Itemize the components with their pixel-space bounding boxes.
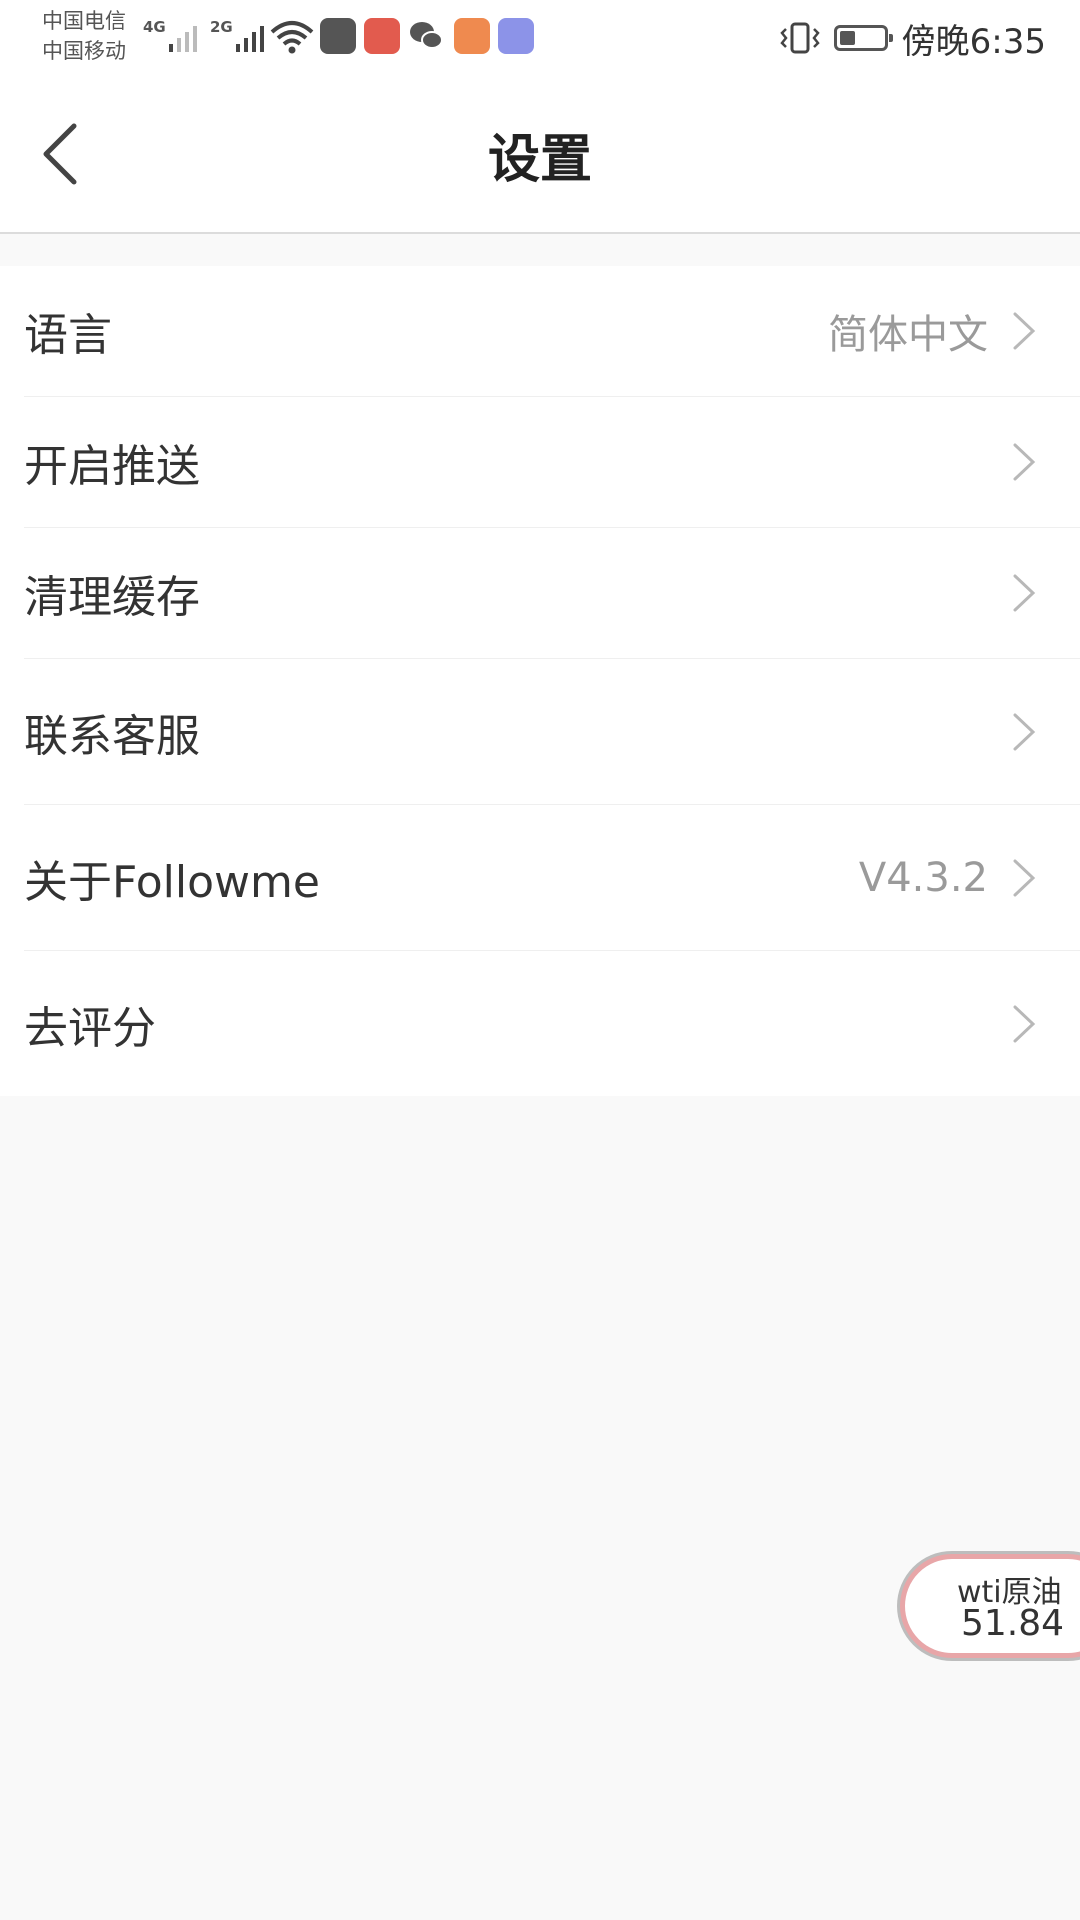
carrier-names: 中国电信 中国移动 xyxy=(42,6,126,66)
clock: 傍晚6:35 xyxy=(901,21,1046,62)
settings-row-rate[interactable]: 去评分 xyxy=(24,951,1080,1096)
vibrate-icon xyxy=(779,22,820,54)
signal-bars-icon xyxy=(236,24,264,52)
settings-list: 语言 简体中文 开启推送 清理缓存 联系客服 关于Followme V4.3.2… xyxy=(0,266,1080,1096)
signal-2: 2G xyxy=(210,18,270,54)
signal-2-tag: 2G xyxy=(210,18,233,36)
settings-row-contact-support[interactable]: 联系客服 xyxy=(24,659,1080,805)
settings-row-label: 开启推送 xyxy=(24,441,200,492)
wifi-icon xyxy=(270,21,314,54)
battery-icon xyxy=(833,25,893,51)
chevron-right-icon xyxy=(1012,1002,1042,1046)
status-bar: 中国电信 中国移动 4G 2G 傍晚6:35 xyxy=(0,0,1080,76)
health-app-icon xyxy=(454,18,490,54)
status-right: 傍晚6:35 xyxy=(779,16,1046,62)
ticker-price: 51.84 xyxy=(961,1603,1065,1644)
chevron-right-icon xyxy=(1012,440,1042,484)
settings-row-value: V4.3.2 xyxy=(858,854,988,901)
settings-row-language[interactable]: 语言 简体中文 xyxy=(24,266,1080,397)
battery-level xyxy=(839,31,855,45)
settings-row-push[interactable]: 开启推送 xyxy=(24,397,1080,528)
floating-ticker-widget[interactable]: wti原油 51.84 xyxy=(900,1554,1080,1658)
settings-row-label: 清理缓存 xyxy=(24,572,200,623)
settings-row-label: 语言 xyxy=(24,310,112,361)
signal-1: 4G xyxy=(143,18,203,54)
chevron-right-icon xyxy=(1012,309,1042,353)
settings-row-label: 关于Followme xyxy=(24,856,320,908)
blue-app-icon xyxy=(498,18,534,54)
settings-row-clear-cache[interactable]: 清理缓存 xyxy=(24,528,1080,659)
settings-row-about[interactable]: 关于Followme V4.3.2 xyxy=(24,805,1080,951)
chevron-right-icon xyxy=(1012,710,1042,754)
settings-row-value: 简体中文 xyxy=(828,312,988,358)
signal-bars-icon xyxy=(169,24,197,52)
settings-row-label: 联系客服 xyxy=(24,710,200,762)
chevron-right-icon xyxy=(1012,856,1042,900)
carrier-1: 中国电信 xyxy=(42,9,126,33)
page-title: 设置 xyxy=(487,129,592,190)
wechat-icon xyxy=(410,22,443,49)
carrier-2: 中国移动 xyxy=(42,39,126,63)
red-app-icon xyxy=(364,18,400,54)
chevron-right-icon xyxy=(1012,571,1042,615)
nav-header: 设置 xyxy=(0,76,1080,234)
settings-row-label: 去评分 xyxy=(24,1002,156,1054)
du-map-icon xyxy=(320,18,356,54)
signal-1-tag: 4G xyxy=(143,18,166,36)
